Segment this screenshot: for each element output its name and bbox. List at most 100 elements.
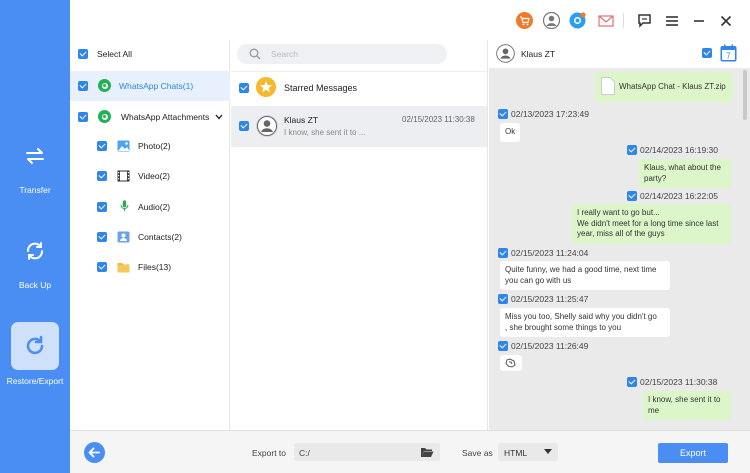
backup-icon xyxy=(27,242,43,260)
contacts-checkbox[interactable] xyxy=(97,232,107,242)
save-as-select[interactable]: HTML xyxy=(498,443,558,461)
message-checkbox[interactable] xyxy=(498,109,508,119)
back-arrow-icon[interactable] xyxy=(84,442,105,463)
chat-list-panel: Search Starred Messages Klaus ZT I know,… xyxy=(231,40,488,430)
starred-label: Starred Messages xyxy=(284,83,358,93)
message-timestamp: 02/15/2023 11:30:38 xyxy=(627,377,717,387)
search-input[interactable]: Search xyxy=(237,44,447,64)
whatsapp-attachments-row[interactable]: WhatsApp Attachments xyxy=(70,104,230,130)
bottom-bar: Export to C:/ Save as HTML Export xyxy=(70,430,750,473)
contacts-icon xyxy=(117,231,130,243)
message-timestamp: 02/15/2023 11:26:49 xyxy=(498,341,588,351)
outgoing-message: Klaus, what about the party? xyxy=(639,159,731,188)
nav-transfer[interactable]: Transfer xyxy=(0,145,70,195)
file-attachment-bubble[interactable]: WhatsApp Chat - Klaus ZT.zip xyxy=(595,72,733,102)
nav-backup-label: Back Up xyxy=(18,280,52,290)
emoji-icon xyxy=(505,358,516,368)
message-timestamp: 02/15/2023 11:24:04 xyxy=(498,248,588,258)
message-checkbox[interactable] xyxy=(498,248,508,258)
message-timestamp: 02/13/2023 17:23:49 xyxy=(498,109,589,119)
avatar xyxy=(496,44,515,63)
cart-icon[interactable] xyxy=(516,12,533,29)
attachment-contacts-row[interactable]: Contacts(2) xyxy=(70,224,230,250)
folder-icon xyxy=(117,263,130,273)
outgoing-message: I really want to go but... We didn't meet… xyxy=(572,204,731,244)
whatsapp-icon xyxy=(98,110,111,123)
dropdown-arrow-icon xyxy=(544,449,552,454)
audio-label: Audio(2) xyxy=(138,202,171,212)
star-icon xyxy=(256,77,276,97)
category-panel: Select All WhatsApp Chats(1) WhatsApp At… xyxy=(70,40,230,430)
video-icon xyxy=(117,170,130,182)
calendar-day: 7 xyxy=(726,52,731,61)
export-button[interactable]: Export xyxy=(658,443,728,463)
mail-icon[interactable] xyxy=(597,12,614,29)
incoming-message: Miss you too, Shelly said why you didn't… xyxy=(500,308,670,337)
search-icon xyxy=(249,48,261,60)
message-checkbox[interactable] xyxy=(627,191,637,201)
nav-restore-export[interactable]: Restore/Export xyxy=(0,322,70,386)
attachment-video-row[interactable]: Video(2) xyxy=(70,163,230,189)
select-all-row[interactable]: Select All xyxy=(70,41,230,67)
starred-messages-row[interactable]: Starred Messages xyxy=(231,71,487,103)
chat-scrollbar[interactable] xyxy=(743,70,747,120)
save-as-label: Save as xyxy=(462,448,493,458)
restore-tile xyxy=(11,322,59,370)
whatsapp-attachments-label: WhatsApp Attachments xyxy=(121,112,210,122)
search-placeholder: Search xyxy=(271,49,298,59)
message-checkbox[interactable] xyxy=(498,341,508,351)
outgoing-message: I know, she sent it to me xyxy=(643,391,731,420)
chat-time: 02/15/2023 11:30:38 xyxy=(402,115,475,124)
file-icon xyxy=(601,77,615,95)
attachment-files-row[interactable]: Files(13) xyxy=(70,254,230,280)
chat-list-item[interactable]: Klaus ZT I know, she sent it to ... 02/1… xyxy=(231,106,487,147)
message-timestamp: 02/14/2023 16:22:05 xyxy=(627,191,718,201)
whatsapp-icon xyxy=(98,79,111,92)
attachment-audio-row[interactable]: Audio(2) xyxy=(70,194,230,220)
restore-icon xyxy=(26,335,44,355)
starred-checkbox[interactable] xyxy=(239,83,249,93)
save-as-value: HTML xyxy=(504,447,528,458)
audio-checkbox[interactable] xyxy=(97,202,107,212)
top-bar xyxy=(70,0,750,40)
whatsapp-chats-checkbox[interactable] xyxy=(78,81,88,91)
attachment-photo-row[interactable]: Photo(2) xyxy=(70,133,230,159)
message-timestamp: 02/15/2023 11:25:47 xyxy=(498,294,588,304)
calendar-icon[interactable]: 7 xyxy=(720,44,737,62)
files-checkbox[interactable] xyxy=(97,262,107,272)
whatsapp-chats-row[interactable]: WhatsApp Chats(1) xyxy=(70,71,230,101)
export-path-field[interactable]: C:/ xyxy=(294,443,440,461)
incoming-message: Ok xyxy=(500,123,521,142)
message-timestamp: 02/14/2023 16:19:30 xyxy=(627,145,718,155)
account-icon[interactable] xyxy=(543,12,560,29)
avatar xyxy=(256,115,278,137)
photo-checkbox[interactable] xyxy=(97,141,107,151)
feedback-icon[interactable] xyxy=(636,12,653,29)
message-checkbox[interactable] xyxy=(627,145,637,155)
folder-open-icon[interactable] xyxy=(420,446,434,458)
message-checkbox[interactable] xyxy=(627,377,637,387)
file-name: WhatsApp Chat - Klaus ZT.zip xyxy=(619,82,726,91)
menu-icon[interactable] xyxy=(663,12,680,29)
minimize-icon[interactable] xyxy=(690,12,707,29)
chevron-down-icon[interactable] xyxy=(215,114,223,120)
close-icon[interactable] xyxy=(717,12,734,29)
support-icon[interactable] xyxy=(569,12,586,29)
select-all-checkbox[interactable] xyxy=(78,49,88,59)
chat-select-checkbox[interactable] xyxy=(702,48,712,58)
chat-view: Klaus ZT 7 WhatsApp Chat - Klaus ZT.zip … xyxy=(489,40,750,430)
chat-contact-name: Klaus ZT xyxy=(521,49,556,59)
export-to-label: Export to xyxy=(252,448,287,458)
photo-label: Photo(2) xyxy=(138,141,171,151)
chat-checkbox[interactable] xyxy=(239,121,249,131)
nav-transfer-label: Transfer xyxy=(19,185,51,195)
chat-name: Klaus ZT xyxy=(284,115,319,125)
whatsapp-attachments-checkbox[interactable] xyxy=(78,112,88,122)
video-checkbox[interactable] xyxy=(97,171,107,181)
nav-restore-label: Restore/Export xyxy=(6,376,64,386)
message-checkbox[interactable] xyxy=(498,294,508,304)
files-label: Files(13) xyxy=(138,262,172,272)
video-label: Video(2) xyxy=(138,171,170,181)
nav-backup[interactable]: Back Up xyxy=(0,240,70,290)
audio-icon xyxy=(120,200,129,212)
